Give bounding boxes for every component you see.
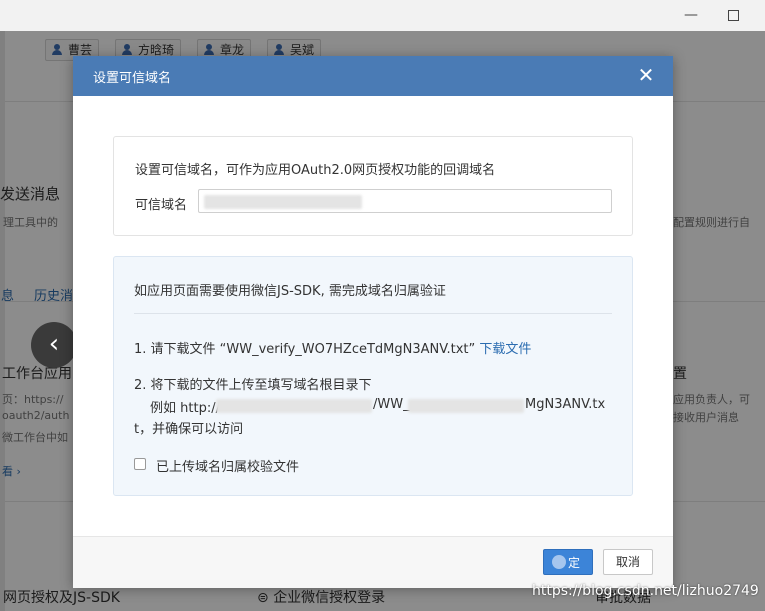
example-url-continuation: t，并确保可以访问 (134, 422, 244, 437)
close-icon[interactable]: ✕ (635, 64, 657, 86)
uploaded-checkbox-label[interactable]: 已上传域名归属校验文件 (156, 456, 299, 475)
cancel-button[interactable]: 取消 (603, 549, 653, 575)
divider (134, 313, 612, 314)
example-url-mid: /WW_ (373, 397, 410, 412)
maximize-icon (727, 10, 739, 21)
step-1: 1. 请下载文件 “WW_verify_WO7HZceTdMgN3ANV.txt… (134, 338, 531, 357)
confirm-button[interactable]: 定 (543, 549, 593, 575)
domain-panel: 设置可信域名，可作为应用OAuth2.0网页授权功能的回调域名 可信域名 (113, 136, 633, 236)
minimize-button[interactable]: — (682, 6, 700, 24)
verify-title: 如应用页面需要使用微信JS-SDK, 需完成域名归属验证 (134, 284, 446, 299)
step-2: 2. 将下载的文件上传至填写域名根目录下 (134, 378, 372, 393)
domain-description: 设置可信域名，可作为应用OAuth2.0网页授权功能的回调域名 (135, 163, 496, 178)
window-titlebar: — (0, 0, 765, 31)
uploaded-checkbox[interactable] (134, 458, 146, 470)
carousel-prev-button[interactable]: ‹ (31, 322, 77, 368)
verify-panel: 如应用页面需要使用微信JS-SDK, 需完成域名归属验证 1. 请下载文件 “W… (113, 256, 633, 496)
loading-icon (552, 555, 566, 569)
example-url-prefix: 例如 http:// (150, 401, 220, 416)
domain-label: 可信域名 (135, 198, 188, 213)
example-url-end: MgN3ANV.tx (525, 397, 606, 412)
download-file-link[interactable]: 下载文件 (479, 342, 531, 357)
redacted-value (216, 399, 372, 413)
redacted-value (408, 399, 524, 413)
chevron-left-icon: ‹ (48, 329, 60, 359)
watermark: https://blog.csdn.net/lizhuo2749 (532, 583, 759, 599)
dialog-footer: 定 取消 (73, 536, 673, 588)
step-1-text: 1. 请下载文件 “WW_verify_WO7HZceTdMgN3ANV.txt… (134, 342, 476, 357)
dialog-title: 设置可信域名 (93, 71, 172, 86)
trusted-domain-dialog: 设置可信域名 ✕ 设置可信域名，可作为应用OAuth2.0网页授权功能的回调域名… (73, 56, 673, 588)
redacted-value (204, 195, 362, 209)
dialog-header: 设置可信域名 ✕ (73, 56, 673, 96)
maximize-button[interactable] (724, 6, 742, 24)
confirm-label: 定 (567, 556, 580, 570)
